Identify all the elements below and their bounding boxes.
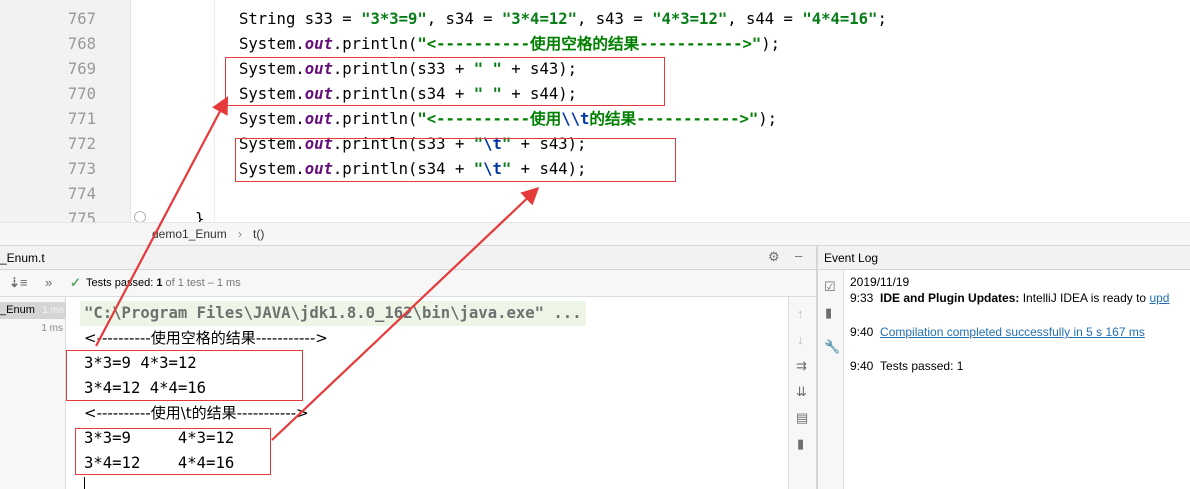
- code-line-770: System.out.println(s34 + " " + s44);: [239, 85, 577, 103]
- soft-wrap-icon[interactable]: ⇉: [796, 359, 807, 373]
- trash-icon[interactable]: ▮: [825, 306, 832, 320]
- gutter-divider: [130, 0, 131, 222]
- code-line-773: System.out.println(s34 + "\t" + s44);: [239, 160, 587, 178]
- console-line: 3*3=9 4*3=12: [84, 429, 235, 447]
- event-entry: 9:40 Tests passed: 1: [850, 359, 964, 373]
- console-toolbar: ↑ ↓ ⇉ ⇊ ▤ ▮: [788, 297, 816, 489]
- wrench-icon[interactable]: 🔧: [824, 340, 840, 354]
- line-number: 768: [67, 35, 96, 53]
- line-number: 771: [67, 110, 96, 128]
- test-tree: _Enum 1 ms 1 ms: [0, 297, 66, 489]
- console-line: 3*4=12 4*4=16: [84, 379, 207, 397]
- run-tab[interactable]: _Enum.t: [0, 251, 45, 265]
- event-link[interactable]: Compilation completed successfully in 5 …: [880, 325, 1145, 339]
- code-line-768: System.out.println("<----------使用空格的结果--…: [239, 35, 781, 53]
- console-line: 3*3=9 4*3=12: [84, 354, 197, 372]
- code-editor[interactable]: 767 768 769 770 771 772 773 774 775 Stri…: [0, 0, 1190, 222]
- print-icon[interactable]: ▤: [796, 411, 808, 425]
- line-number: 773: [67, 160, 96, 178]
- line-number: 769: [67, 60, 96, 78]
- code-line-767: String s33 = "3*3=9", s34 = "3*4=12", s4…: [239, 10, 887, 28]
- test-tree-item[interactable]: _Enum 1 ms: [0, 302, 66, 319]
- minimize-icon[interactable]: –: [795, 249, 802, 263]
- event-entry: 9:40 Compilation completed successfully …: [850, 325, 1145, 339]
- event-entry: 9:33 IDE and Plugin Updates: IntelliJ ID…: [850, 291, 1170, 305]
- event-date: 2019/11/19: [850, 275, 910, 289]
- console-line: <----------使用空格的结果----------->: [84, 329, 328, 347]
- fold-marker-icon[interactable]: [134, 211, 146, 222]
- scroll-to-end-icon[interactable]: ⇊: [796, 385, 807, 399]
- breadcrumb-method[interactable]: t(): [253, 227, 264, 241]
- console-line: <----------使用\t的结果----------->: [84, 404, 309, 422]
- line-number: 770: [67, 85, 96, 103]
- sort-icon[interactable]: ⇣≡: [9, 276, 27, 290]
- test-status: Tests passed: 1 of 1 test – 1 ms: [86, 277, 241, 289]
- event-log-header: Event Log: [818, 246, 1190, 270]
- check-icon: ✓: [70, 275, 81, 290]
- run-toolbar: ⇣≡ » ✓ Tests passed: 1 of 1 test – 1 ms: [0, 270, 816, 297]
- mark-read-icon[interactable]: ☑: [824, 280, 836, 294]
- text-cursor: [84, 477, 85, 489]
- line-number: 775: [67, 210, 96, 222]
- code-line-775: }: [195, 210, 205, 222]
- console-command-line: "C:\Program Files\JAVA\jdk1.8.0_162\bin\…: [80, 301, 586, 326]
- up-arrow-icon[interactable]: ↑: [797, 307, 804, 321]
- code-line-769: System.out.println(s33 + " " + s43);: [239, 60, 577, 78]
- breadcrumb-class[interactable]: demo1_Enum: [152, 227, 227, 241]
- editor-gutter: 767 768 769 770 771 772 773 774 775: [0, 0, 130, 222]
- console-line: 3*4=12 4*4=16: [84, 454, 235, 472]
- test-time: 1 ms: [41, 323, 63, 334]
- line-number: 772: [67, 135, 96, 153]
- breadcrumb: demo1_Enum › t(): [0, 222, 1190, 246]
- console-output[interactable]: "C:\Program Files\JAVA\jdk1.8.0_162\bin\…: [66, 297, 788, 489]
- down-arrow-icon[interactable]: ↓: [797, 333, 804, 347]
- event-link[interactable]: upd: [1149, 291, 1169, 305]
- line-number: 767: [67, 10, 96, 28]
- trash-icon[interactable]: ▮: [797, 437, 804, 451]
- more-icon[interactable]: »: [45, 276, 52, 290]
- indent-guide: [214, 0, 215, 222]
- code-line-772: System.out.println(s33 + "\t" + s43);: [239, 135, 587, 153]
- gear-icon[interactable]: ⚙: [768, 250, 780, 264]
- event-log-toolbar: ☑ ▮ 🔧: [818, 270, 844, 489]
- event-log-body: 2019/11/19 9:33 IDE and Plugin Updates: …: [844, 270, 1190, 489]
- run-tool-window-header: _Enum.t ⚙ –: [0, 246, 816, 270]
- code-line-771: System.out.println("<----------使用\\t的结果-…: [239, 110, 778, 128]
- event-log-title: Event Log: [824, 251, 879, 265]
- breadcrumb-separator: ›: [238, 227, 242, 241]
- line-number: 774: [67, 185, 96, 203]
